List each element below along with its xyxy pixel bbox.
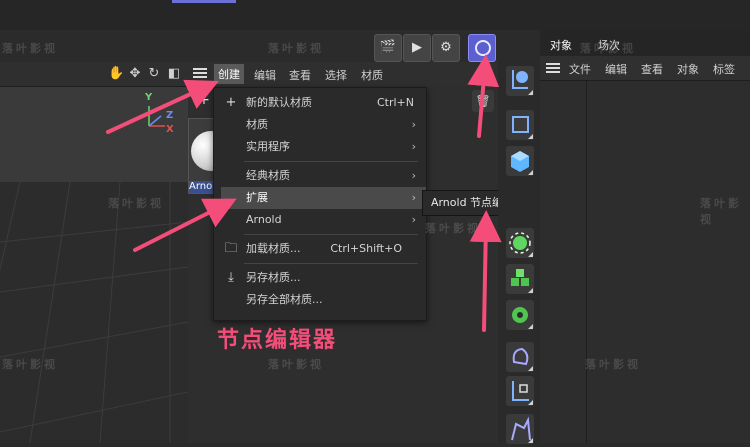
arrow-to-submenu [469,210,502,332]
arrow-to-create-menu [106,79,219,134]
annotation-arrows [106,54,502,332]
arrow-to-node-button [467,54,500,138]
arrow-to-extensions [133,198,237,252]
